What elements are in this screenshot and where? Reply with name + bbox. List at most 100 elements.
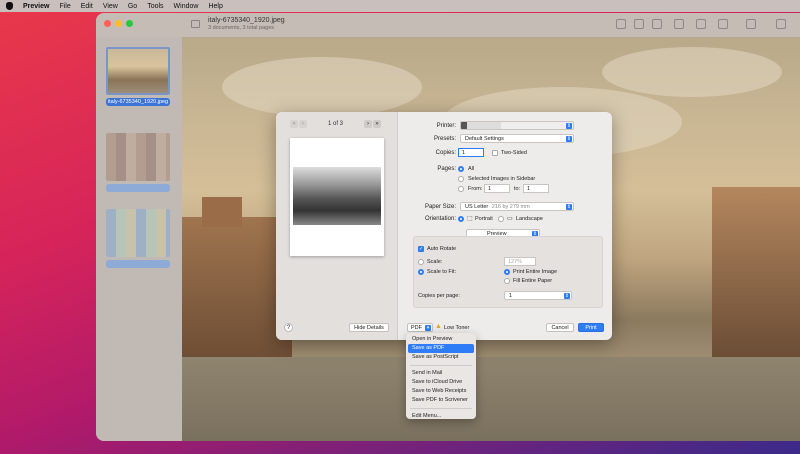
zoom-in-icon[interactable]: [652, 19, 662, 29]
pages-all-radio[interactable]: [458, 166, 464, 172]
menu-item-edit-menu[interactable]: Edit Menu...: [406, 412, 476, 421]
auto-rotate-label: Auto Rotate: [427, 246, 457, 252]
info-icon[interactable]: [616, 19, 626, 29]
copies-per-page-value: 1: [509, 293, 513, 299]
portrait-icon: ⬚: [467, 216, 473, 222]
chevron-down-icon: ▾: [425, 325, 431, 331]
copies-per-page-label: Copies per page:: [418, 293, 460, 299]
help-button[interactable]: ?: [284, 323, 293, 332]
two-sided-label: Two-Sided: [501, 150, 527, 156]
thumbnail-caption: [106, 260, 170, 268]
low-toner-label: Low Toner: [444, 325, 470, 331]
markup-icon[interactable]: [696, 19, 706, 29]
first-page-button[interactable]: «: [290, 120, 298, 128]
thumbnail-2[interactable]: [106, 133, 170, 192]
popup-stepper-icon: ⇕: [566, 136, 572, 142]
thumbnail-3[interactable]: [106, 209, 170, 268]
portrait-label: Portrait: [475, 216, 493, 222]
scale-to-fit-radio[interactable]: [418, 269, 424, 275]
menu-item-save-as-pdf[interactable]: Save as PDF: [408, 344, 474, 353]
pdf-label: PDF: [411, 325, 422, 331]
menu-tools[interactable]: Tools: [147, 3, 163, 10]
scale-field[interactable]: 127%: [504, 257, 536, 266]
zoom-out-icon[interactable]: [634, 19, 644, 29]
last-page-button[interactable]: »: [373, 120, 381, 128]
orientation-label: Orientation:: [424, 216, 456, 222]
presets-label: Presets:: [433, 136, 456, 142]
apple-icon[interactable]: [6, 2, 13, 10]
pdf-menu-button[interactable]: PDF ▾: [407, 323, 433, 332]
rotate-icon[interactable]: [718, 19, 728, 29]
title-bar: italy-6735340_1920.jpeg 3 documents, 3 t…: [96, 13, 800, 37]
share-icon[interactable]: [674, 19, 684, 29]
next-page-button[interactable]: ›: [364, 120, 372, 128]
preview-photo: [293, 167, 381, 225]
page-indicator: 1 of 3: [328, 121, 344, 127]
menu-help[interactable]: Help: [208, 3, 222, 10]
menu-item-open-in-preview[interactable]: Open in Preview: [406, 335, 476, 344]
pages-label: Pages:: [437, 166, 456, 172]
annotate-icon[interactable]: [746, 19, 756, 29]
landscape-radio[interactable]: [498, 216, 504, 222]
menu-item-save-as-postscript[interactable]: Save as PostScript: [406, 353, 476, 362]
popup-stepper-icon: ⇕: [566, 123, 572, 129]
scale-radio[interactable]: [418, 259, 424, 265]
copies-label: Copies:: [435, 150, 456, 156]
warning-icon: ▲: [435, 323, 442, 330]
auto-rotate-checkbox[interactable]: ✓: [418, 246, 424, 252]
paper-size-dims: 216 by 279 mm: [491, 204, 530, 210]
zoom-window-button[interactable]: [126, 20, 133, 27]
landscape-icon: ▭: [507, 216, 513, 222]
pages-from-radio[interactable]: [458, 186, 464, 192]
pages-selected-label: Selected Images in Sidebar: [468, 176, 536, 182]
paper-size-popup[interactable]: US Letter 216 by 279 mm ⇕: [460, 202, 574, 211]
pages-selected-radio[interactable]: [458, 176, 464, 182]
window-subtitle: 3 documents, 3 total pages: [208, 25, 275, 31]
scale-to-fit-label: Scale to Fit:: [427, 269, 457, 275]
to-field[interactable]: 1: [523, 184, 549, 193]
copies-per-page-popup[interactable]: 1 ⇕: [504, 291, 572, 300]
print-button[interactable]: Print: [578, 323, 604, 332]
search-icon[interactable]: [776, 19, 786, 29]
hide-details-button[interactable]: Hide Details: [349, 323, 389, 332]
copies-field[interactable]: 1: [458, 148, 484, 157]
from-field[interactable]: 1: [484, 184, 510, 193]
presets-popup[interactable]: Default Settings ⇕: [460, 134, 574, 143]
fill-entire-paper-radio[interactable]: [504, 278, 510, 284]
print-preview-page: [290, 138, 384, 256]
cancel-button[interactable]: Cancel: [546, 323, 574, 332]
menu-go[interactable]: Go: [128, 3, 137, 10]
menu-item-save-to-icloud[interactable]: Save to iCloud Drive: [406, 378, 476, 387]
building: [202, 197, 242, 227]
fill-entire-paper-label: Fill Entire Paper: [513, 278, 553, 284]
menu-item-save-to-web-receipts[interactable]: Save to Web Receipts: [406, 387, 476, 396]
close-window-button[interactable]: [104, 20, 111, 27]
menu-item-save-pdf-to-scrivener[interactable]: Save PDF to Scrivener: [406, 396, 476, 405]
thumbnail-caption: [106, 184, 170, 192]
pages-from-label: From:: [468, 186, 483, 192]
printer-label: Printer:: [436, 123, 456, 129]
menu-file[interactable]: File: [59, 3, 70, 10]
popup-stepper-icon: ⇕: [564, 293, 570, 299]
printer-popup[interactable]: ⇕: [460, 121, 574, 130]
minimize-window-button[interactable]: [115, 20, 122, 27]
portrait-radio[interactable]: [458, 216, 464, 222]
two-sided-checkbox[interactable]: [492, 150, 498, 156]
scale-label: Scale:: [427, 259, 443, 265]
thumbnail-image: [106, 47, 170, 95]
menu-edit[interactable]: Edit: [81, 3, 93, 10]
pdf-dropdown-menu: Open in Preview Save as PDF Save as Post…: [406, 333, 476, 419]
print-dialog: « ‹ 1 of 3 › » ? Hide Details Printer: ⇕…: [276, 112, 612, 340]
menu-view[interactable]: View: [103, 3, 118, 10]
paper-size-label: Paper Size:: [424, 204, 456, 210]
thumbnail-1[interactable]: italy-6735340_1920.jpeg: [106, 47, 170, 106]
print-entire-image-radio[interactable]: [504, 269, 510, 275]
menu-item-send-in-mail[interactable]: Send in Mail: [406, 369, 476, 378]
menu-window[interactable]: Window: [174, 3, 199, 10]
previous-page-button[interactable]: ‹: [299, 120, 307, 128]
menu-preview[interactable]: Preview: [23, 3, 49, 10]
popup-stepper-icon: ⇕: [566, 204, 572, 210]
thumbnail-sidebar: italy-6735340_1920.jpeg: [96, 37, 182, 441]
sidebar-toggle-icon[interactable]: [191, 20, 200, 28]
print-entire-image-label: Print Entire Image: [513, 269, 558, 275]
